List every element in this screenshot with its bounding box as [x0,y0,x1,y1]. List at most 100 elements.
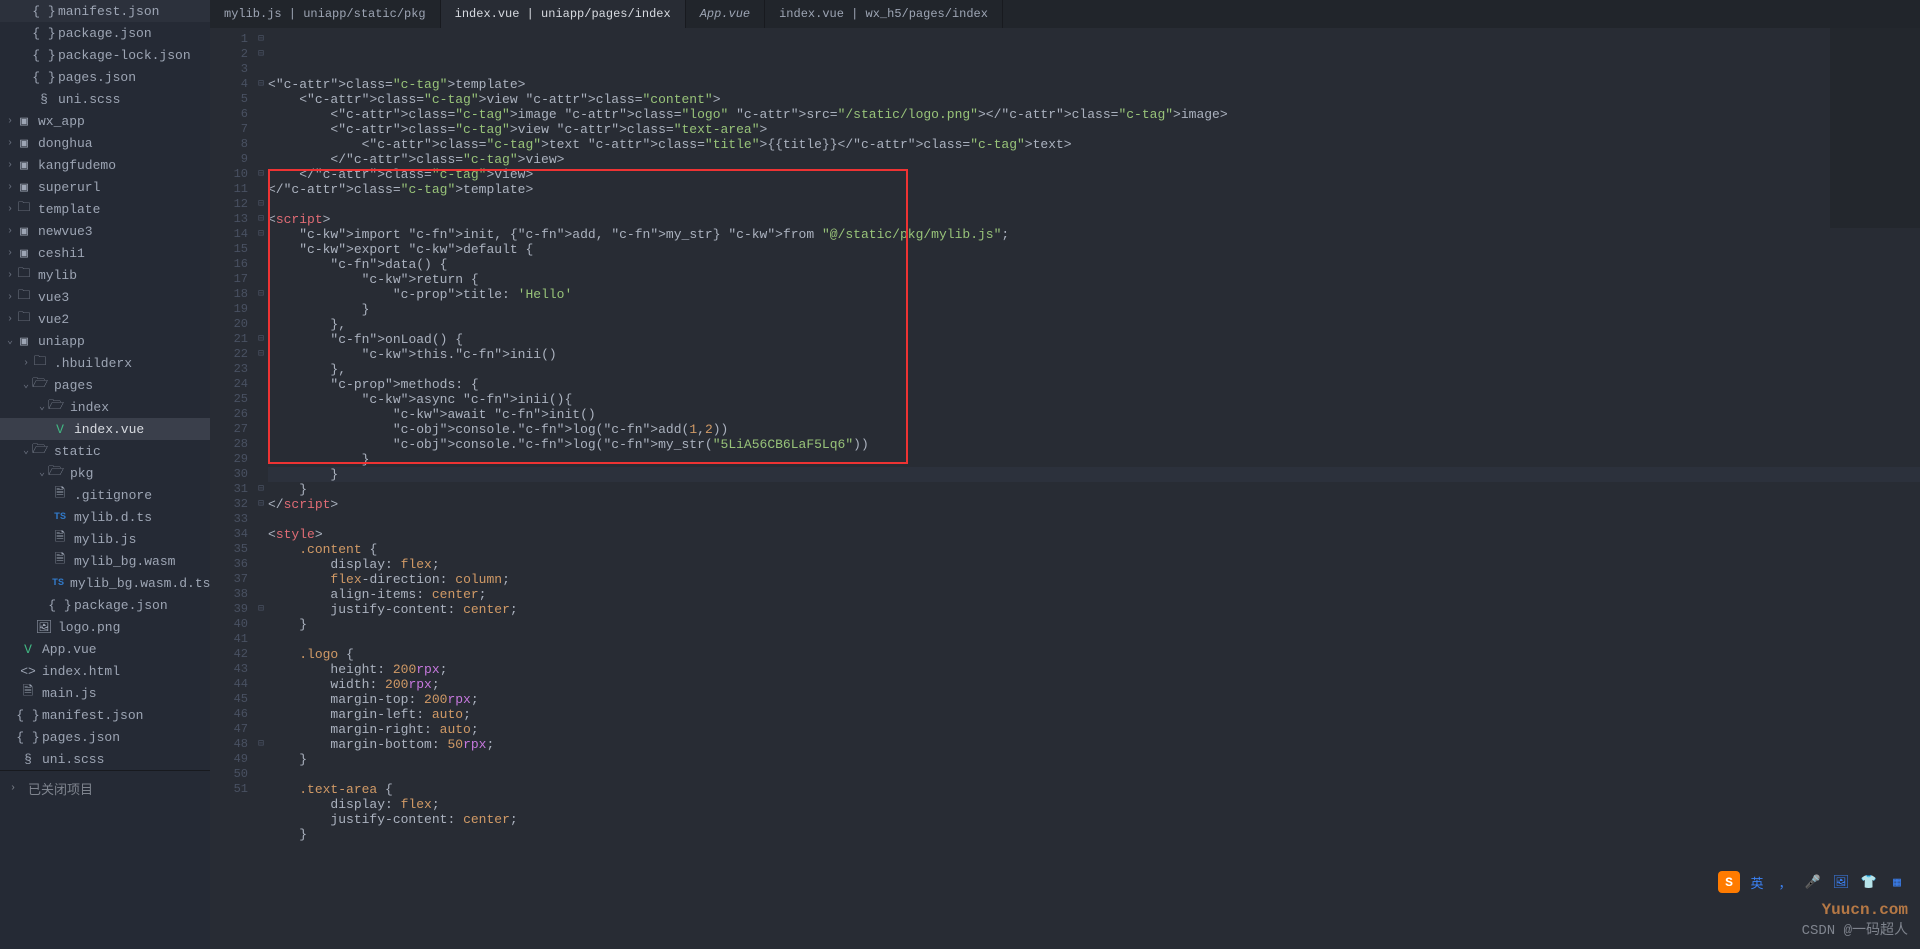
folder-newvue3[interactable]: ›▣newvue3 [0,220,210,242]
code-line[interactable]: .content { [268,542,1920,557]
code-line[interactable]: "c-kw">return { [268,272,1920,287]
code-line[interactable]: display: flex; [268,797,1920,812]
folder-vue3[interactable]: ›🗀vue3 [0,286,210,308]
tab-mylib-js[interactable]: mylib.js | uniapp/static/pkg [210,0,441,28]
folder-vue2[interactable]: ›🗀vue2 [0,308,210,330]
file-pages-json-2[interactable]: { }pages.json [0,726,210,748]
folder-static[interactable]: ⌄🗁static [0,440,210,462]
folder-mylib[interactable]: ›🗀mylib [0,264,210,286]
code-line[interactable]: display: flex; [268,557,1920,572]
code-line[interactable]: margin-bottom: 50rpx; [268,737,1920,752]
code-line[interactable]: margin-left: auto; [268,707,1920,722]
code-line[interactable]: } [268,482,1920,497]
tab-app-vue[interactable]: App.vue [686,0,765,28]
code-line[interactable]: "c-kw">async "c-fn">inii(){ [268,392,1920,407]
code-line[interactable] [268,512,1920,527]
file-app-vue[interactable]: VApp.vue [0,638,210,660]
file-manifest-json-2[interactable]: { }manifest.json [0,704,210,726]
code-line[interactable]: justify-content: center; [268,602,1920,617]
code-line[interactable]: flex-direction: column; [268,572,1920,587]
file-mylib-bg-wasm[interactable]: 🗎mylib_bg.wasm [0,550,210,572]
code-line[interactable]: "c-kw">import "c-fn">init, {"c-fn">add, … [268,227,1920,242]
file-uni-scss-2[interactable]: §uni.scss [0,748,210,770]
code-line[interactable]: <style> [268,527,1920,542]
file-explorer-sidebar[interactable]: { }manifest.json { }package.json { }pack… [0,0,210,949]
code-line[interactable]: justify-content: center; [268,812,1920,827]
folder-template[interactable]: ›🗀template [0,198,210,220]
code-line[interactable]: <"c-attr">class="c-tag">template> [268,77,1920,92]
tab-index-vue-wxh5[interactable]: index.vue | wx_h5/pages/index [765,0,1003,28]
file-package-json[interactable]: { }package.json [0,22,210,44]
ime-image-icon[interactable]: 🖼 [1830,871,1852,893]
code-line[interactable]: "c-obj">console."c-fn">log("c-fn">my_str… [268,437,1920,452]
code-line[interactable]: "c-kw">this."c-fn">inii() [268,347,1920,362]
code-line[interactable]: margin-right: auto; [268,722,1920,737]
file-pkg-package-json[interactable]: { }package.json [0,594,210,616]
code-line[interactable] [268,197,1920,212]
folder-uniapp[interactable]: ⌄▣uniapp [0,330,210,352]
closed-projects-section[interactable]: › 已关闭项目 [0,770,210,806]
folder-kangfudemo[interactable]: ›▣kangfudemo [0,154,210,176]
code-line[interactable]: margin-top: 200rpx; [268,692,1920,707]
folder-wx-app[interactable]: ›▣wx_app [0,110,210,132]
file-mylib-bg-wasm-d-ts[interactable]: TSmylib_bg.wasm.d.ts [0,572,210,594]
sogou-ime-icon[interactable]: S [1718,871,1740,893]
code-line[interactable]: <"c-attr">class="c-tag">image "c-attr">c… [268,107,1920,122]
code-line[interactable]: .logo { [268,647,1920,662]
folder-pages[interactable]: ⌄🗁pages [0,374,210,396]
file-pages-json[interactable]: { }pages.json [0,66,210,88]
file-logo-png[interactable]: 🖼logo.png [0,616,210,638]
code-line[interactable]: }, [268,362,1920,377]
code-line[interactable]: </script> [268,497,1920,512]
code-line[interactable]: "c-kw">export "c-kw">default { [268,242,1920,257]
code-line[interactable]: "c-prop">title: 'Hello' [268,287,1920,302]
file-mylib-d-ts[interactable]: TSmylib.d.ts [0,506,210,528]
tab-index-vue-active[interactable]: index.vue | uniapp/pages/index [441,0,686,28]
code-line[interactable]: } [268,827,1920,842]
code-line[interactable]: <"c-attr">class="c-tag">view "c-attr">cl… [268,122,1920,137]
code-content[interactable]: <"c-attr">class="c-tag">template> <"c-at… [268,28,1920,949]
code-line[interactable]: }, [268,317,1920,332]
folder-hbuilderx[interactable]: ›🗀.hbuilderx [0,352,210,374]
code-line[interactable]: "c-fn">onLoad() { [268,332,1920,347]
code-line[interactable]: } [268,467,1920,482]
ime-toolbar[interactable]: S 英 ， 🎤 🖼 👕 ▦ [1718,871,1908,893]
folder-superurl[interactable]: ›▣superurl [0,176,210,198]
code-line[interactable]: </"c-attr">class="c-tag">view> [268,152,1920,167]
ime-mic-icon[interactable]: 🎤 [1802,871,1824,893]
code-line[interactable]: } [268,302,1920,317]
code-line[interactable] [268,632,1920,647]
file-gitignore[interactable]: 🗎.gitignore [0,484,210,506]
code-line[interactable] [268,767,1920,782]
folder-ceshi1[interactable]: ›▣ceshi1 [0,242,210,264]
code-line[interactable]: </"c-attr">class="c-tag">view> [268,167,1920,182]
minimap[interactable] [1830,28,1920,228]
file-main-js[interactable]: 🗎main.js [0,682,210,704]
folder-pkg[interactable]: ⌄🗁pkg [0,462,210,484]
ime-punct-toggle[interactable]: ， [1774,871,1796,893]
folder-index[interactable]: ⌄🗁index [0,396,210,418]
ime-lang-toggle[interactable]: 英 [1746,871,1768,893]
file-manifest-json[interactable]: { }manifest.json [0,0,210,22]
file-index-html[interactable]: <>index.html [0,660,210,682]
code-line[interactable]: } [268,752,1920,767]
code-line[interactable]: "c-kw">await "c-fn">init() [268,407,1920,422]
code-line[interactable]: .text-area { [268,782,1920,797]
file-index-vue-active[interactable]: Vindex.vue [0,418,210,440]
code-line[interactable]: "c-prop">methods: { [268,377,1920,392]
file-mylib-js[interactable]: 🗎mylib.js [0,528,210,550]
code-editor[interactable]: 1234567891011121314151617181920212223242… [210,28,1920,949]
code-line[interactable]: height: 200rpx; [268,662,1920,677]
code-line[interactable]: </"c-attr">class="c-tag">template> [268,182,1920,197]
code-line[interactable]: "c-fn">data() { [268,257,1920,272]
code-line[interactable]: width: 200rpx; [268,677,1920,692]
code-line[interactable]: <"c-attr">class="c-tag">view "c-attr">cl… [268,92,1920,107]
ime-grid-icon[interactable]: ▦ [1886,871,1908,893]
code-line[interactable]: <"c-attr">class="c-tag">text "c-attr">cl… [268,137,1920,152]
ime-skin-icon[interactable]: 👕 [1858,871,1880,893]
code-line[interactable]: } [268,452,1920,467]
code-line[interactable]: } [268,617,1920,632]
code-line[interactable]: align-items: center; [268,587,1920,602]
code-line[interactable]: "c-obj">console."c-fn">log("c-fn">add(1,… [268,422,1920,437]
file-package-lock-json[interactable]: { }package-lock.json [0,44,210,66]
